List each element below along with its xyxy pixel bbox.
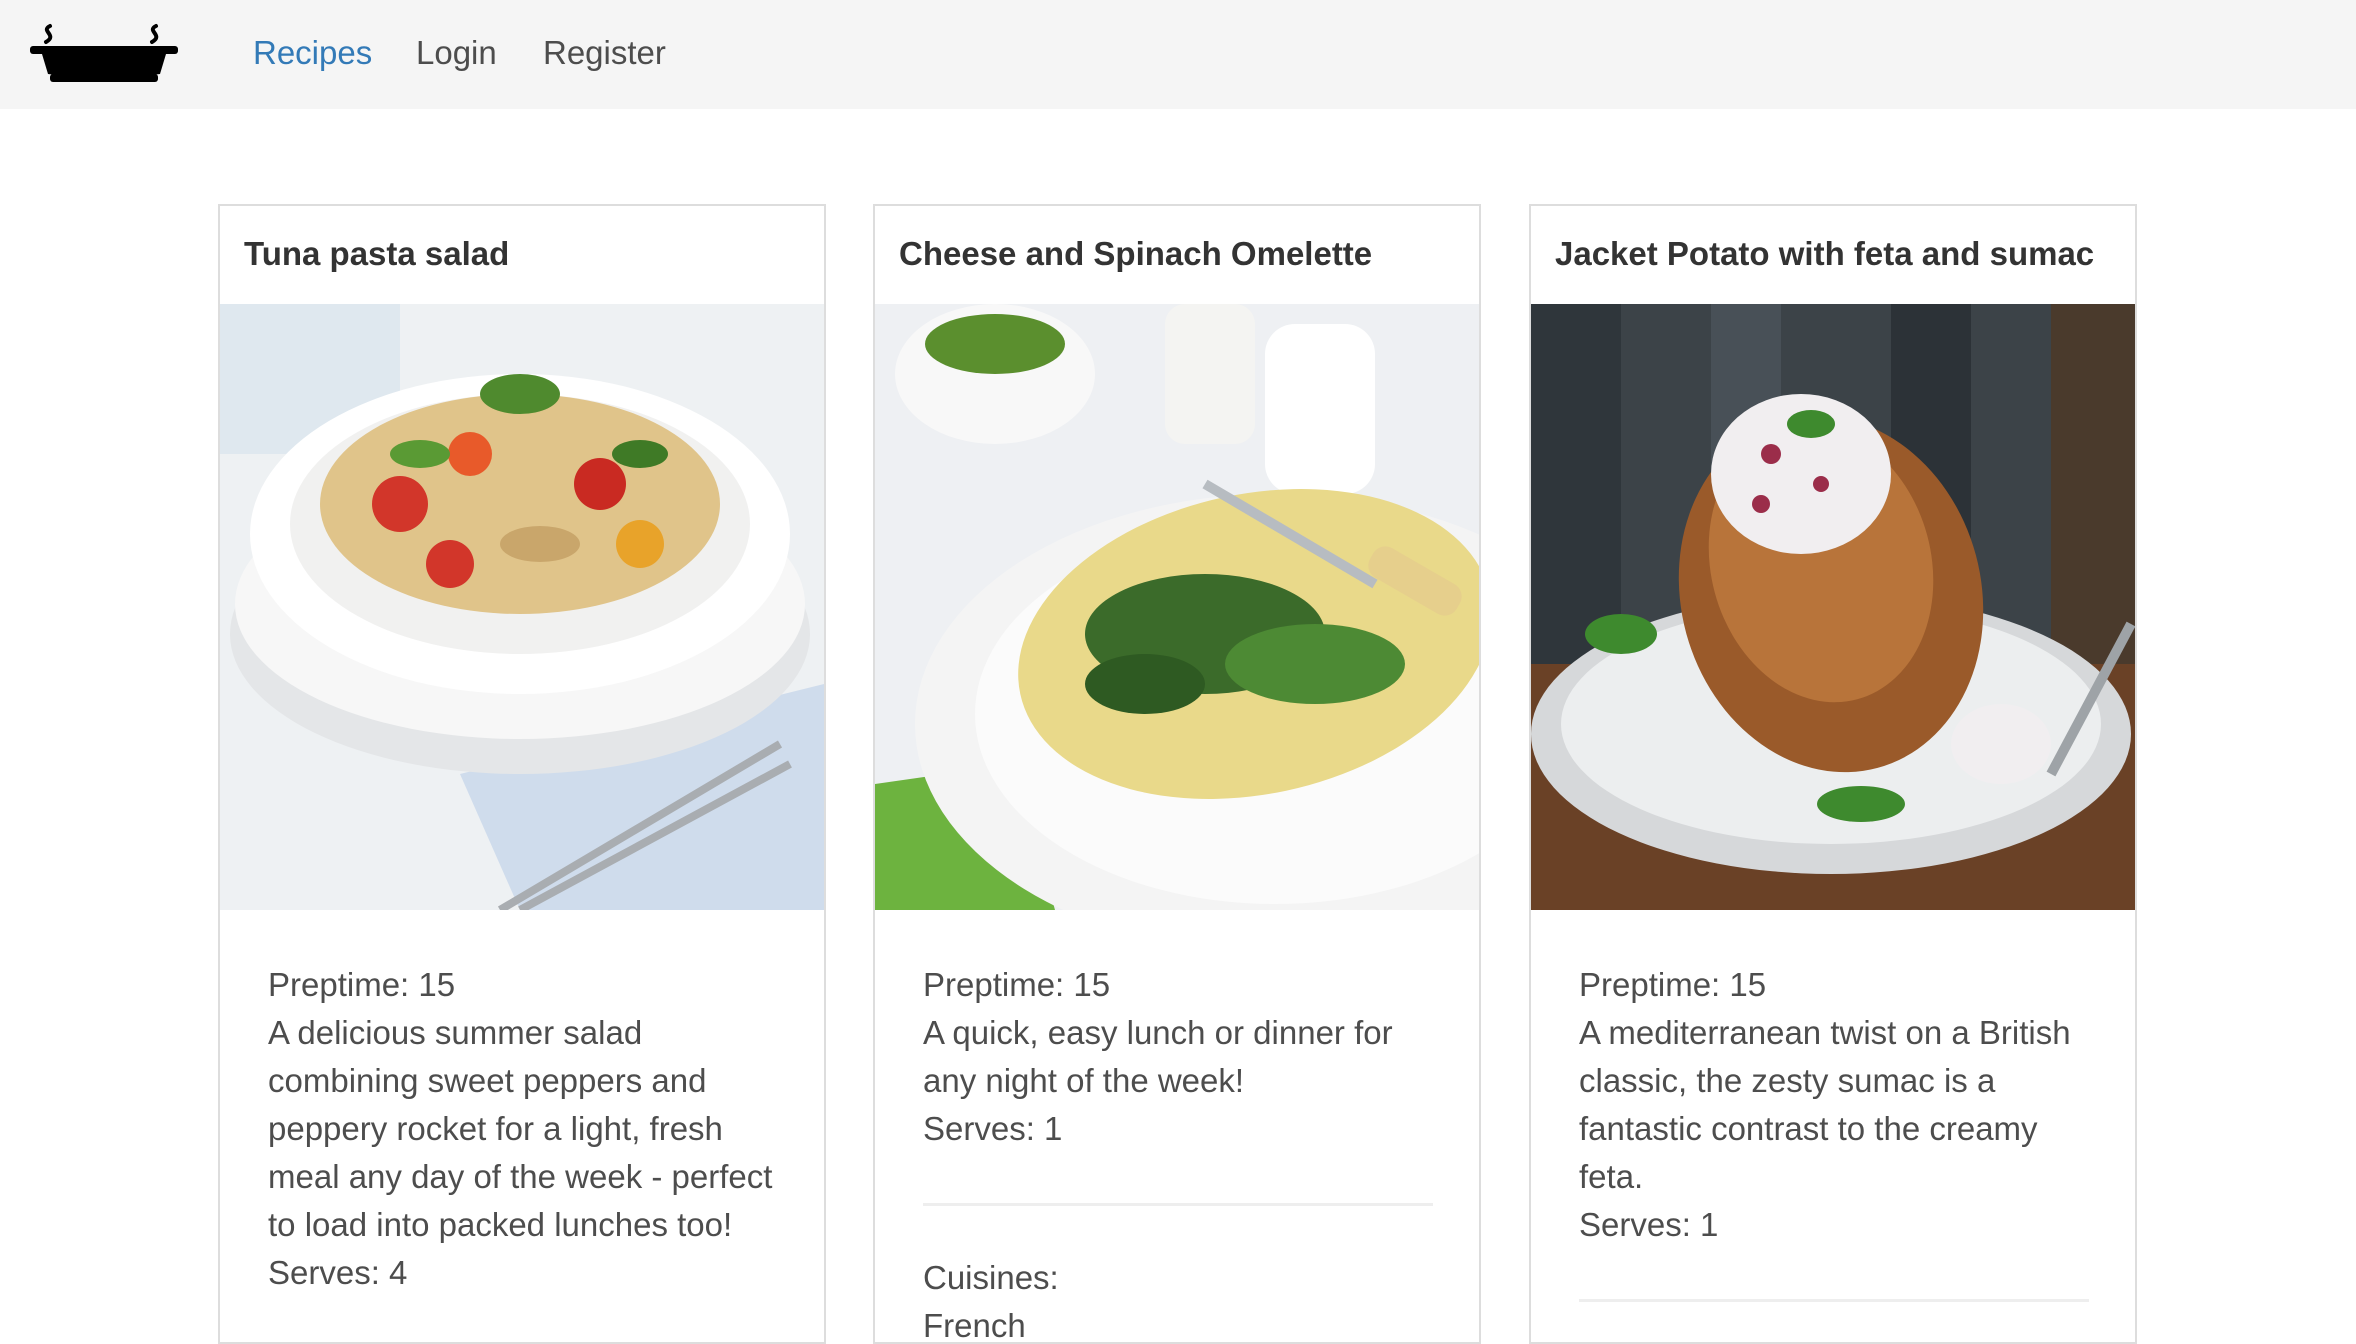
recipe-card-jacket-potato[interactable]: Jacket Potato with feta and sumac Prepti… bbox=[1529, 204, 2137, 1344]
recipe-serves: Serves: 1 bbox=[923, 1110, 1063, 1147]
recipe-title[interactable]: Tuna pasta salad bbox=[244, 234, 814, 274]
nav-link-login[interactable]: Login bbox=[416, 33, 497, 73]
pasta-salad-photo[interactable] bbox=[220, 304, 824, 910]
recipe-title[interactable]: Cheese and Spinach Omelette bbox=[899, 234, 1469, 274]
recipe-description: A delicious summer salad combining sweet… bbox=[268, 1014, 773, 1243]
recipe-details: Preptime: 15 A quick, easy lunch or dinn… bbox=[923, 961, 1433, 1344]
recipe-details: Preptime: 15 A mediterranean twist on a … bbox=[1579, 961, 2089, 1342]
navbar: Recipes Login Register bbox=[0, 0, 2356, 109]
recipe-description: A quick, easy lunch or dinner for any ni… bbox=[923, 1014, 1393, 1099]
recipe-details: Preptime: 15 A delicious summer salad co… bbox=[268, 961, 778, 1297]
recipe-preptime: Preptime: 15 bbox=[923, 966, 1111, 1003]
recipe-card-tuna-pasta-salad[interactable]: Tuna pasta salad Preptime: 15 A deliciou… bbox=[218, 204, 826, 1344]
recipe-cuisines-label: Cuisines: bbox=[923, 1259, 1059, 1296]
recipe-card-cheese-spinach-omelette[interactable]: Cheese and Spinach Omelette Preptime: 15… bbox=[873, 204, 1481, 1344]
recipe-preptime: Preptime: 15 bbox=[268, 966, 456, 1003]
cooking-pot-icon[interactable] bbox=[28, 22, 180, 84]
recipe-preptime: Preptime: 15 bbox=[1579, 966, 1767, 1003]
recipe-title[interactable]: Jacket Potato with feta and sumac bbox=[1555, 234, 2125, 274]
divider bbox=[1579, 1299, 2089, 1302]
divider bbox=[923, 1203, 1433, 1206]
recipe-serves: Serves: 4 bbox=[268, 1254, 408, 1291]
recipe-cuisine: French bbox=[923, 1307, 1026, 1344]
omelette-photo[interactable] bbox=[875, 304, 1479, 910]
recipe-description: A mediterranean twist on a British class… bbox=[1579, 1014, 2071, 1195]
jacket-potato-photo[interactable] bbox=[1531, 304, 2135, 910]
recipe-serves: Serves: 1 bbox=[1579, 1206, 1719, 1243]
nav-link-register[interactable]: Register bbox=[543, 33, 666, 73]
nav-link-recipes[interactable]: Recipes bbox=[253, 33, 372, 73]
